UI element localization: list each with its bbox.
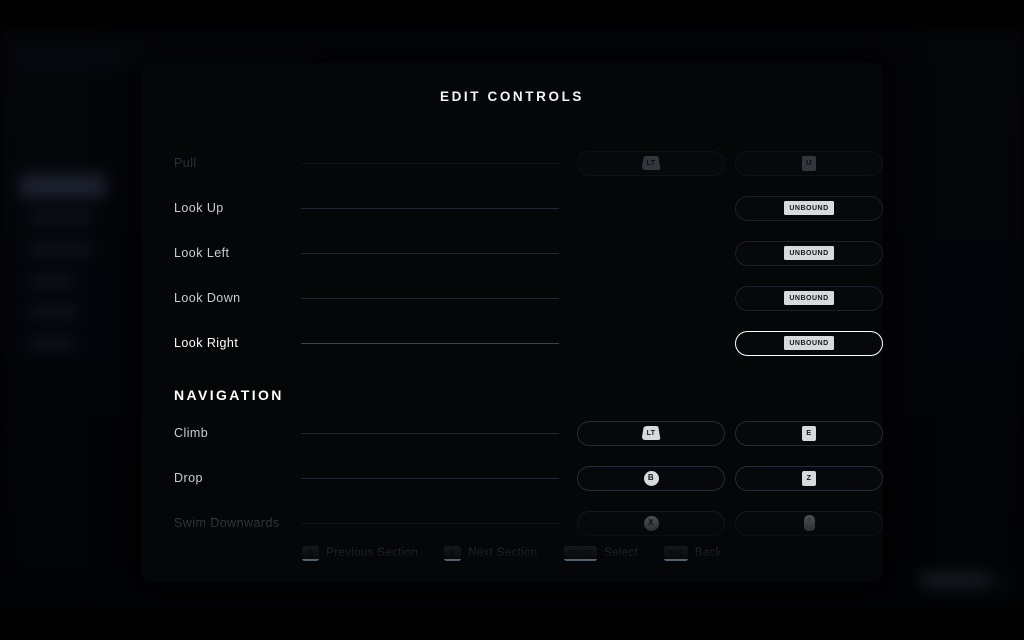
trigger-badge-lt: LT [641,156,661,170]
hint-key-icon: Q [302,545,320,561]
hint-previous-section[interactable]: Q Previous Section [302,545,419,561]
controls-list[interactable]: Pull LT U Look Up UNBOUND Look Left UNBO… [141,109,883,559]
control-row-label: Climb [174,426,209,440]
gamepad-button-badge-b: B [643,470,659,486]
binding-slot-keyboard[interactable]: U [735,150,883,176]
control-row-label: Look Right [174,336,239,350]
trigger-badge-lt: LT [641,426,661,440]
hint-key-icon: E [444,545,462,561]
control-row-swim-downwards[interactable]: Swim Downwards X [141,508,883,538]
unbound-badge: UNBOUND [784,246,834,260]
binding-slot-keyboard[interactable]: UNBOUND [735,285,883,311]
bg-bottom-right-chrome [920,572,990,588]
leader-line [301,342,559,344]
hint-select[interactable]: SPACE Select [563,545,639,561]
binding-slot-gamepad[interactable]: B [577,465,725,491]
control-row-label: Look Up [174,201,224,215]
hint-label: Select [604,547,639,559]
section-heading-navigation: NAVIGATION [174,387,284,403]
leader-line [301,477,559,479]
bg-sidebar-selected-item [20,174,106,198]
bg-bottom-right-chrome-2 [982,576,1010,586]
control-row-label: Look Left [174,246,230,260]
leader-line [301,207,559,209]
hint-key-icon: SPACE [563,545,598,561]
binding-slot-keyboard[interactable] [735,510,883,536]
leader-line [301,432,559,434]
unbound-badge: UNBOUND [784,291,834,305]
control-row-drop[interactable]: Drop B Z [141,463,883,493]
hint-label: Previous Section [326,547,419,559]
leader-line [301,522,559,524]
bg-band-bottom [0,610,1024,640]
footer-hint-bar: Q Previous Section E Next Section SPACE … [141,542,883,564]
bg-sidebar-item [30,338,74,349]
scroll-fade-top [141,109,883,143]
binding-slot-keyboard[interactable]: UNBOUND [735,240,883,266]
binding-slot-keyboard[interactable]: UNBOUND [735,195,883,221]
key-badge: E [802,425,816,441]
hint-next-section[interactable]: E Next Section [444,545,538,561]
unbound-badge: UNBOUND [784,336,834,350]
gamepad-button-badge-x: X [643,515,659,531]
leader-line [301,252,559,254]
game-settings-screen: EDIT CONTROLS Pull LT U Look Up UNBOUND … [0,0,1024,640]
control-row-label: Drop [174,471,203,485]
control-row-look-right[interactable]: Look Right UNBOUND [141,328,883,358]
key-badge: U [802,155,816,171]
edit-controls-panel: EDIT CONTROLS Pull LT U Look Up UNBOUND … [141,63,883,582]
control-row-look-down[interactable]: Look Down UNBOUND [141,283,883,313]
control-row-look-left[interactable]: Look Left UNBOUND [141,238,883,268]
hint-back[interactable]: ESC Back [664,545,722,561]
hint-label: Next Section [468,547,538,559]
leader-line [301,162,559,164]
control-row-label: Look Down [174,291,241,305]
control-row-label: Swim Downwards [174,516,280,530]
control-row-pull[interactable]: Pull LT U [141,148,883,178]
binding-slot-gamepad[interactable]: LT [577,420,725,446]
bg-sidebar-item [30,306,78,317]
binding-slot-keyboard[interactable]: E [735,420,883,446]
bg-sidebar-item [30,212,92,223]
mouse-icon [803,515,815,531]
bg-sidebar-item [30,276,74,287]
bg-sidebar-item [30,244,92,255]
control-row-look-up[interactable]: Look Up UNBOUND [141,193,883,223]
hint-label: Back [694,547,722,559]
control-row-climb[interactable]: Climb LT E [141,418,883,448]
key-badge: Z [802,470,816,486]
page-title: EDIT CONTROLS [439,89,585,104]
unbound-badge: UNBOUND [784,201,834,215]
binding-slot-gamepad[interactable]: X [577,510,725,536]
binding-slot-keyboard[interactable]: Z [735,465,883,491]
leader-line [301,297,559,299]
binding-slot-gamepad[interactable]: LT [577,150,725,176]
control-row-label: Pull [174,156,197,170]
binding-slot-keyboard[interactable]: UNBOUND [735,330,883,356]
bg-band-top [0,0,1024,30]
hint-key-icon: ESC [664,545,688,561]
